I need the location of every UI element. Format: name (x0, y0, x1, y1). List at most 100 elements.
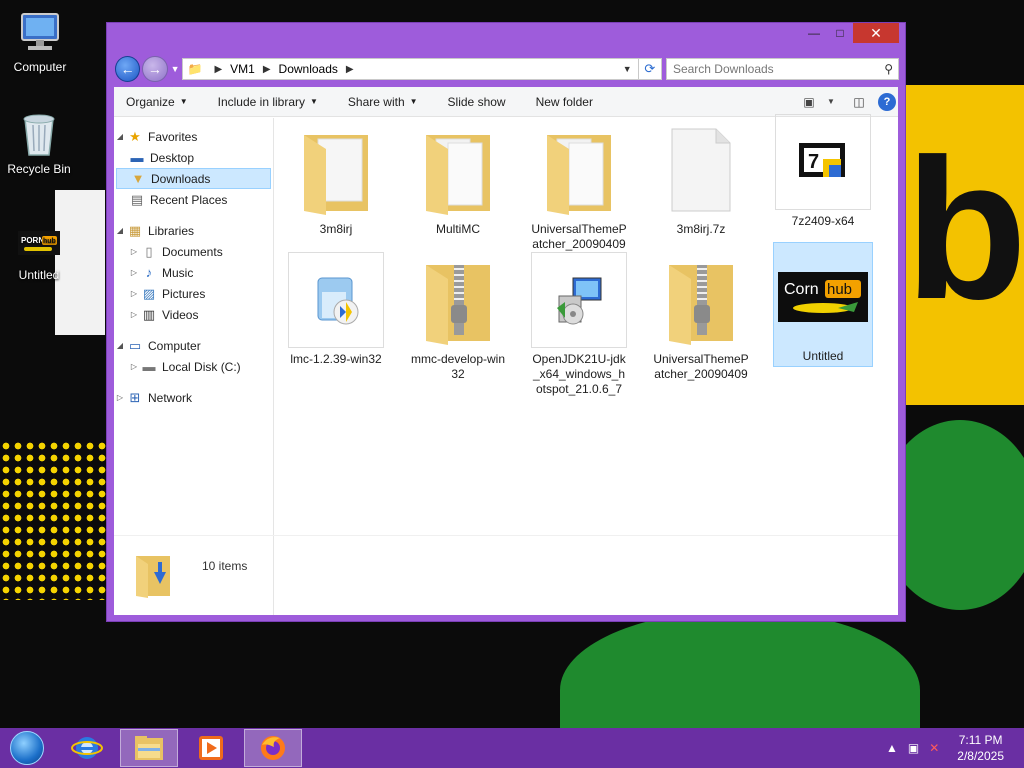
search-placeholder: Search Downloads (672, 62, 774, 76)
nav-label: Computer (148, 338, 201, 353)
refresh-button[interactable]: ⟳ (638, 58, 662, 80)
wallpaper-letter: b (905, 118, 1024, 341)
desktop-icon-computer[interactable]: Computer (2, 8, 78, 74)
nav-recent-places[interactable]: ▤ Recent Places (114, 189, 273, 210)
breadcrumb-downloads[interactable]: Downloads (279, 62, 338, 76)
search-input[interactable]: Search Downloads ⚲ (665, 58, 899, 80)
nav-videos[interactable]: ▷ ▥ Videos (114, 304, 273, 325)
include-in-library-menu[interactable]: Include in library ▼ (218, 95, 318, 109)
file-item[interactable]: OpenJDK21U-jdk_x64_windows_hotspot_21.0.… (529, 252, 629, 397)
new-folder-button[interactable]: New folder (536, 95, 593, 109)
file-item[interactable]: MultiMC (408, 122, 508, 237)
organize-menu[interactable]: Organize ▼ (126, 95, 188, 109)
image-thumbnail: Corn hub (775, 249, 871, 345)
search-icon[interactable]: ⚲ (884, 62, 898, 76)
documents-icon: ▯ (145, 243, 153, 259)
collapsed-arrow-icon[interactable]: ▷ (114, 393, 126, 402)
downloads-folder-large-icon (134, 550, 174, 601)
folder-icon (410, 122, 506, 218)
explorer-client-area: Organize ▼ Include in library ▼ Share with… (114, 87, 898, 615)
maximize-button[interactable]: □ (827, 23, 853, 43)
nav-favorites[interactable]: ◢ ★ Favorites (114, 126, 273, 147)
nav-documents[interactable]: ▷ ▯ Documents (114, 241, 273, 262)
file-item[interactable]: 3m8irj (286, 122, 386, 237)
recent-locations-dropdown[interactable]: ▼ (171, 64, 180, 74)
nav-label: Downloads (151, 171, 211, 186)
recycle-bin-icon (15, 110, 63, 158)
forward-button[interactable]: → (142, 56, 168, 82)
nav-label: Pictures (162, 286, 206, 301)
nav-libraries[interactable]: ◢ ▦ Libraries (114, 220, 273, 241)
collapsed-arrow-icon[interactable]: ▷ (128, 247, 140, 256)
file-name: lmc-1.2.39-win32 (290, 352, 382, 366)
nav-label: Desktop (150, 150, 195, 165)
view-options-dropdown[interactable]: ▼ (820, 91, 842, 113)
breadcrumb-separator-icon[interactable]: ▶ (263, 64, 271, 75)
preview-pane-icon: ◫ (853, 94, 865, 109)
clock[interactable]: 7:11 PM 2/8/2025 (957, 732, 1004, 764)
collapsed-arrow-icon[interactable]: ▷ (128, 310, 140, 319)
network-status-icon[interactable]: ▣ (908, 741, 919, 755)
desktop-icon-untitled[interactable]: PORN hub Untitled (1, 228, 77, 282)
thumbnail-logo-left-text: Corn (784, 281, 819, 298)
breadcrumb-vm1[interactable]: VM1 (230, 62, 255, 76)
item-count: 10 items (202, 558, 248, 573)
nav-network[interactable]: ▷ ⊞ Network (114, 387, 273, 408)
window-controls: — □ ✕ (801, 23, 899, 43)
nav-music[interactable]: ▷ ♪ Music (114, 262, 273, 283)
expanded-arrow-icon[interactable]: ◢ (114, 341, 126, 350)
taskbar-firefox[interactable] (244, 729, 302, 767)
back-button[interactable]: ← (115, 56, 141, 82)
file-name: 3m8irj.7z (676, 222, 726, 236)
collapsed-arrow-icon[interactable]: ▷ (128, 268, 140, 277)
file-item[interactable]: 7 7z2409-x64 (773, 114, 873, 229)
nav-downloads[interactable]: ▼ Downloads (116, 168, 271, 189)
volume-muted-icon[interactable]: ✕ (929, 741, 939, 755)
help-button[interactable]: ? (876, 91, 898, 113)
file-item[interactable]: 3m8irj.7z (651, 122, 751, 237)
share-with-menu[interactable]: Share with ▼ (348, 95, 418, 109)
close-button[interactable]: ✕ (853, 23, 899, 43)
show-hidden-icons-icon[interactable]: ▲ (886, 741, 898, 755)
address-dropdown-icon[interactable]: ▼ (617, 64, 638, 74)
folder-icon (531, 122, 627, 218)
address-bar[interactable]: 📁 ▶ VM1 ▶ Downloads ▶ ▼ (182, 58, 639, 80)
desktop-icon-label: Untitled (18, 268, 60, 282)
change-view-button[interactable]: ▣ (798, 91, 820, 113)
breadcrumb-separator-icon[interactable]: ▶ (214, 64, 222, 75)
nav-desktop[interactable]: ▬ Desktop (114, 147, 273, 168)
nav-computer[interactable]: ◢ ▭ Computer (114, 335, 273, 356)
minimize-button[interactable]: — (801, 23, 827, 43)
file-item[interactable]: lmc-1.2.39-win32 (286, 252, 386, 367)
collapsed-arrow-icon[interactable]: ▷ (128, 289, 140, 298)
address-row: ← → ▼ 📁 ▶ VM1 ▶ Downloads ▶ ▼ ⟳ Search D… (115, 55, 899, 83)
breadcrumb-separator-icon[interactable]: ▶ (346, 64, 354, 75)
zip-folder-icon (653, 252, 749, 348)
expanded-arrow-icon[interactable]: ◢ (114, 226, 126, 235)
desktop-icon: ▬ (130, 150, 144, 165)
windows-orb-icon (10, 731, 44, 765)
expanded-arrow-icon[interactable]: ◢ (114, 132, 126, 141)
desktop-icon-recycle-bin[interactable]: Recycle Bin (1, 110, 77, 176)
taskbar-media-player[interactable] (182, 729, 240, 767)
computer-icon: ▭ (128, 337, 142, 353)
nav-local-disk[interactable]: ▷ ▬ Local Disk (C:) (114, 356, 273, 377)
nav-pictures[interactable]: ▷ ▨ Pictures (114, 283, 273, 304)
media-player-icon (199, 736, 223, 760)
nav-label: Recent Places (150, 192, 228, 207)
taskbar-internet-explorer[interactable] (58, 729, 116, 767)
start-button[interactable] (0, 728, 54, 768)
file-item[interactable]: UniversalThemePatcher_20090409 (651, 252, 751, 382)
image-file-icon: PORN hub (15, 228, 63, 258)
preview-pane-button[interactable]: ◫ (848, 91, 870, 113)
slide-show-button[interactable]: Slide show (448, 95, 506, 109)
file-item[interactable]: mmc-develop-win32 (408, 252, 508, 382)
file-item-selected[interactable]: Corn hub Untitled (773, 242, 873, 367)
clock-time: 7:11 PM (958, 733, 1003, 747)
collapsed-arrow-icon[interactable]: ▷ (128, 362, 140, 371)
computer-icon (16, 8, 64, 56)
file-item[interactable]: UniversalThemePatcher_20090409 (529, 122, 629, 252)
toolbar-right: ▣ ▼ ◫ ? (792, 91, 898, 113)
taskbar-file-explorer[interactable] (120, 729, 178, 767)
folder-download-icon: 📁 (187, 62, 203, 76)
